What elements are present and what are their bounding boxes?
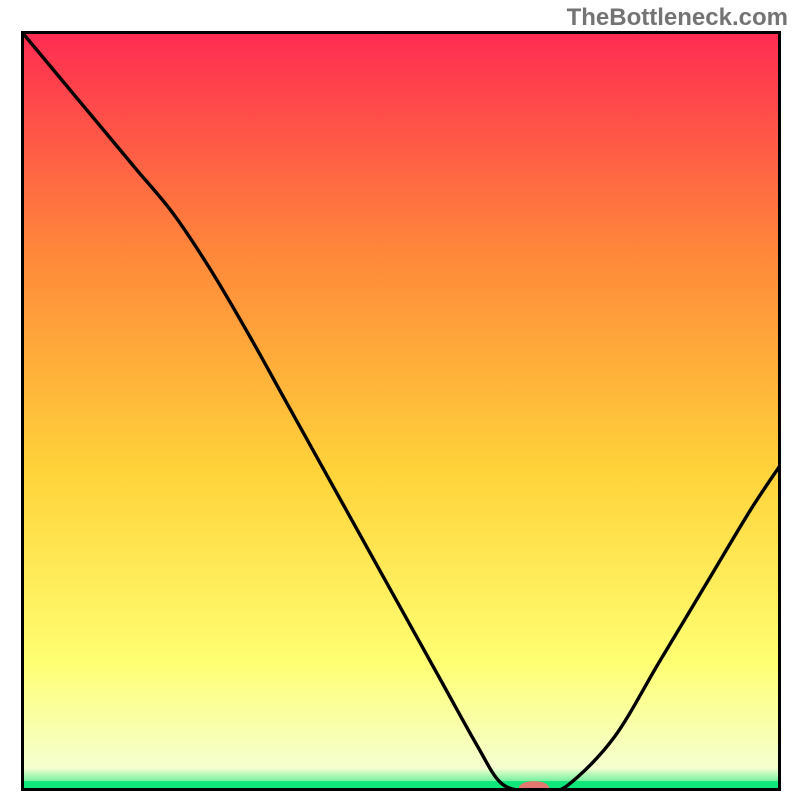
chart-container: TheBottleneck.com	[0, 0, 800, 800]
watermark-text: TheBottleneck.com	[567, 4, 788, 32]
gradient-background	[21, 31, 781, 791]
bottleneck-chart	[21, 31, 781, 791]
